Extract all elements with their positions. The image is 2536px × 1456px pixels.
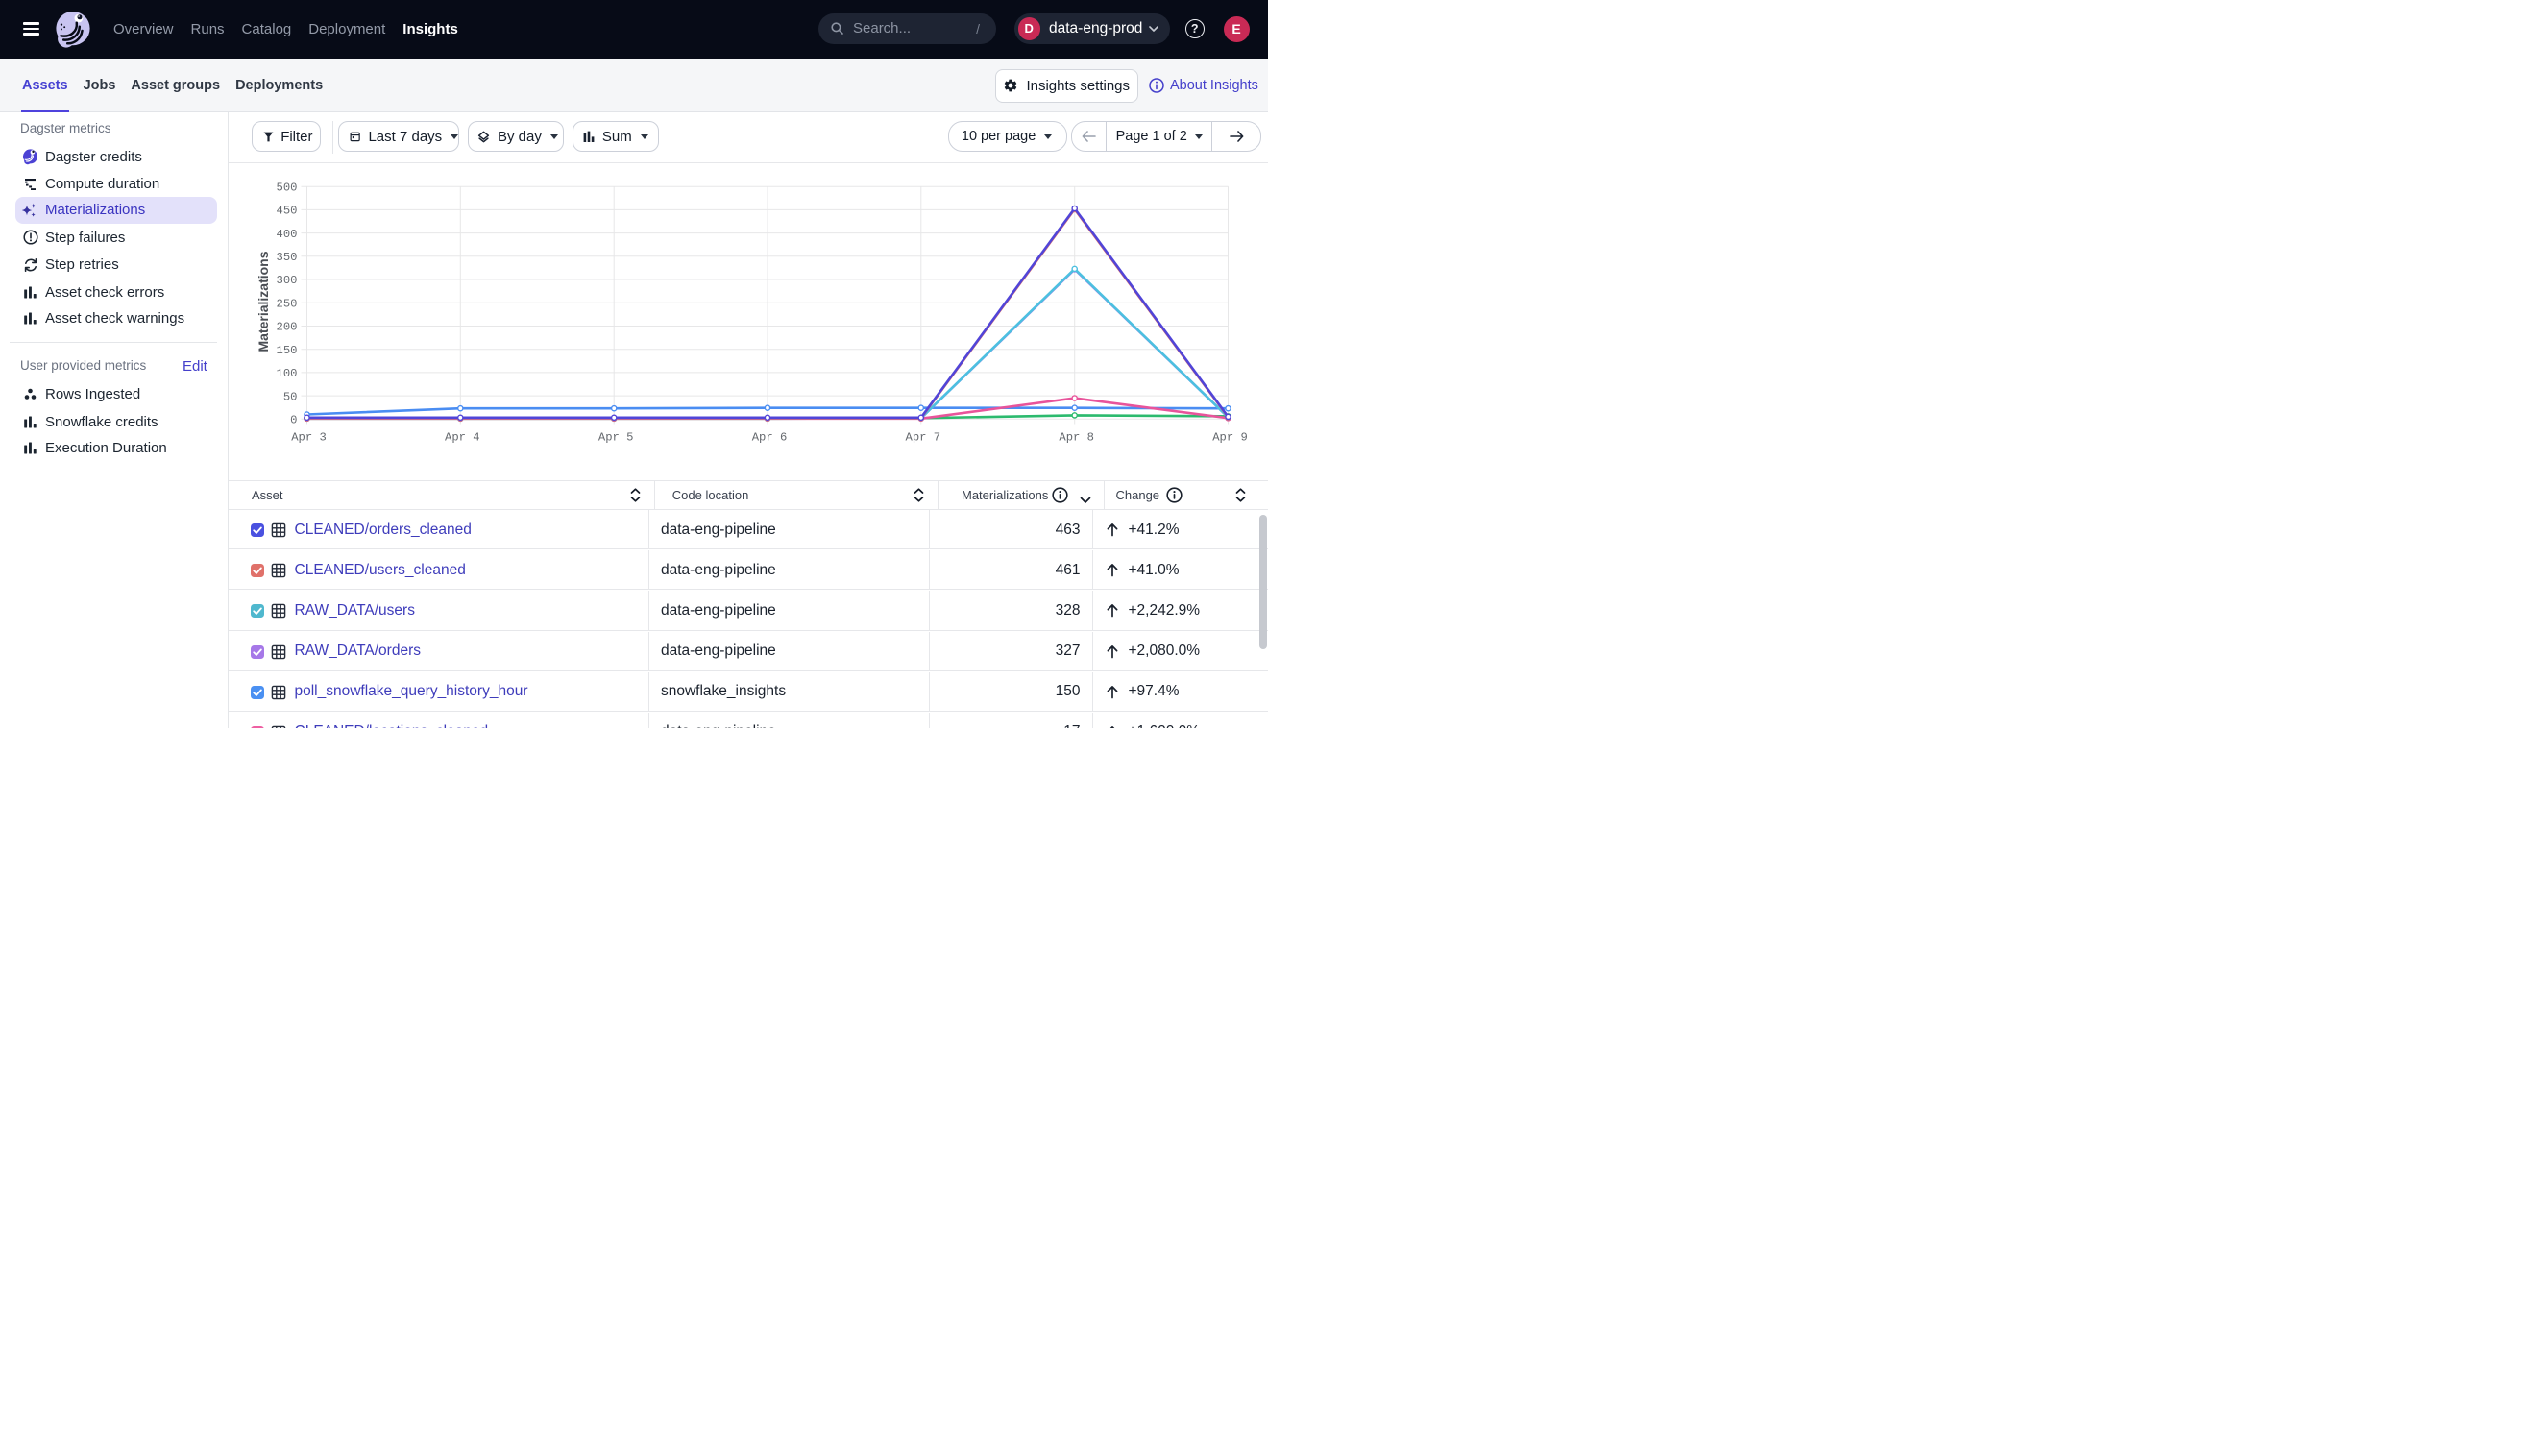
svg-text:350: 350 <box>276 251 297 264</box>
svg-text:Apr 3: Apr 3 <box>291 430 327 444</box>
svg-text:450: 450 <box>276 204 297 217</box>
svg-text:50: 50 <box>282 390 297 403</box>
svg-text:Apr 8: Apr 8 <box>1059 430 1094 444</box>
svg-text:Apr 7: Apr 7 <box>905 430 940 444</box>
svg-text:100: 100 <box>276 367 297 380</box>
svg-text:250: 250 <box>276 297 297 310</box>
svg-text:Apr 5: Apr 5 <box>597 430 633 444</box>
svg-text:400: 400 <box>276 227 297 240</box>
svg-text:200: 200 <box>276 320 297 333</box>
svg-text:Apr 9: Apr 9 <box>1212 430 1248 444</box>
svg-text:150: 150 <box>276 343 297 356</box>
svg-text:Materializations: Materializations <box>256 251 271 352</box>
svg-text:Apr 6: Apr 6 <box>751 430 787 444</box>
svg-text:Apr 4: Apr 4 <box>445 430 480 444</box>
svg-text:0: 0 <box>290 413 297 426</box>
svg-text:300: 300 <box>276 274 297 287</box>
svg-text:500: 500 <box>276 181 297 194</box>
